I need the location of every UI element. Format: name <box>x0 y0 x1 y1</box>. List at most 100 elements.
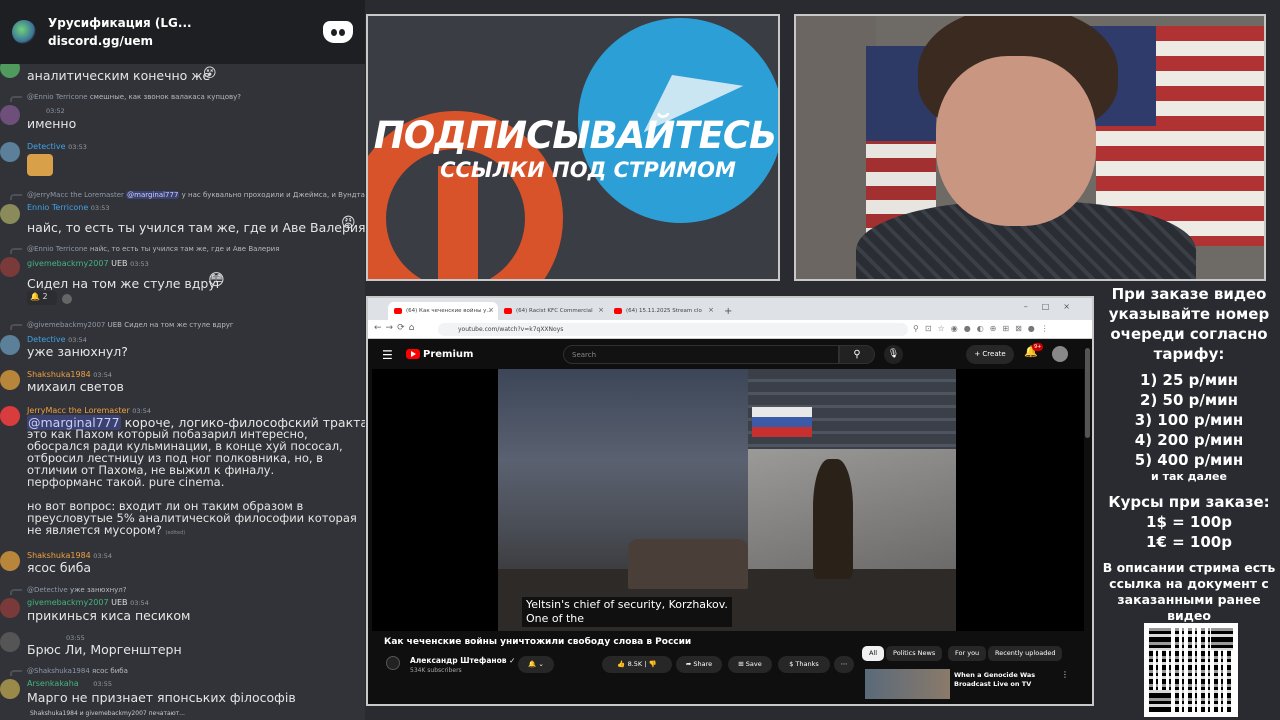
filter-chip[interactable]: All <box>862 646 885 661</box>
username: JerryMacc the Loremaster 03:54 <box>27 406 152 415</box>
search-icon[interactable]: ⚲ <box>839 345 875 364</box>
server-icon <box>12 20 36 44</box>
search-input[interactable]: Search <box>563 345 839 364</box>
close-icon: × <box>708 306 714 314</box>
avatar <box>0 679 20 699</box>
car-image <box>628 539 748 589</box>
tab-bar: (64) Как чеченские войны у... × (64) Raci… <box>368 298 1092 320</box>
more-options-icon[interactable]: ⋮ <box>1061 670 1069 679</box>
price-item: 3) 100 р/мин <box>1134 411 1244 429</box>
username: givemebackmy2007 UEB 03:53 <box>27 259 149 268</box>
scrollbar[interactable] <box>1085 348 1090 438</box>
url-field[interactable]: youtube.com/watch?v=k7qXXNoys <box>438 323 908 336</box>
message-text: прикинься киса песиком <box>27 608 191 623</box>
username: Arsenkakaha 03:55 <box>27 679 112 688</box>
server-name: Урусификация (LG... <box>48 16 192 30</box>
price-item: 2) 50 р/мин <box>1140 391 1238 409</box>
navigation-icons[interactable]: ←→⟳⌂ <box>374 323 418 333</box>
browser-tab[interactable]: (64) 15.11.2025 Stream clo × <box>608 302 718 320</box>
channel-avatar[interactable] <box>386 656 400 670</box>
create-button[interactable]: + Create <box>966 345 1014 364</box>
sticker-image <box>27 154 53 176</box>
avatar <box>0 335 20 355</box>
account-avatar[interactable] <box>1052 346 1068 362</box>
username: Ennio Terricone 03:53 <box>27 203 110 212</box>
rate-item: 1$ = 100р <box>1146 513 1232 531</box>
message-text: именно <box>27 116 77 131</box>
reaction[interactable]: 🔔 2 <box>27 291 57 305</box>
reply-preview: @Shakshuka1984 ясос биба <box>27 667 128 675</box>
message-text: аналитическим конечно же <box>27 68 211 83</box>
message-text: Сидел на том же стуле вдруг <box>27 276 223 291</box>
youtube-header: ☰ Premium Search ⚲ 🎙 + Create 🔔 9+ <box>368 339 1092 369</box>
share-button[interactable]: ➦ Share <box>676 656 722 673</box>
like-button[interactable]: 👍 8.5K | 👎 <box>602 656 672 673</box>
price-item: 5) 400 р/мин <box>1134 451 1244 469</box>
filter-chip[interactable]: For you <box>948 646 987 661</box>
recommended-title[interactable]: When a Genocide Was Broadcast Live on TV <box>954 671 1035 689</box>
save-button[interactable]: ⊞ Save <box>728 656 772 673</box>
avatar <box>0 142 20 162</box>
message-text: Брюс Ли, Моргенштерн <box>27 642 182 657</box>
banner-title: ПОДПИСЫВАЙТЕСЬ <box>373 114 777 157</box>
youtube-brand[interactable]: Premium <box>423 349 473 360</box>
video-player[interactable]: Yeltsin's chief of security, Korzhakov. O… <box>372 369 1084 631</box>
thanks-button[interactable]: $ Thanks <box>778 656 830 673</box>
reply-preview: @Detective уже занюхнул? <box>27 586 127 594</box>
extension-icons[interactable]: ⚲⊡☆◉●◐⊕⊞⊠●⋮ <box>913 324 1055 333</box>
message-text: Марго не признает японських філософів <box>27 690 296 705</box>
youtube-logo-icon[interactable] <box>406 349 420 359</box>
reply-preview: @givemebackmy2007 UEB Сидел на том же ст… <box>27 321 234 329</box>
close-icon: × <box>598 306 604 314</box>
price-item: 4) 200 р/мин <box>1134 431 1244 449</box>
add-reaction-icon[interactable] <box>62 294 72 304</box>
invite-link[interactable]: discord.gg/uem <box>48 34 323 48</box>
username: Shakshuka1984 03:54 <box>27 551 113 560</box>
discord-chat-panel: аналитическим конечно же 😵 @Ennio Terric… <box>0 0 365 720</box>
emoji-icon: 😡 <box>341 215 356 231</box>
message-text: ясос биба <box>27 560 92 575</box>
youtube-icon <box>614 308 622 314</box>
more-options-icon[interactable]: ⋯ <box>834 656 854 673</box>
price-item: 1) 25 р/мин <box>1140 371 1238 389</box>
qr-code <box>1144 623 1238 717</box>
message-text: найс, то есть ты учился там же, где и Ав… <box>27 220 365 235</box>
username: givemebackmy2007 UEB 03:54 <box>27 598 149 607</box>
menu-icon[interactable]: ☰ <box>382 348 393 362</box>
soldier-image <box>813 459 853 579</box>
russian-flag-image <box>752 407 812 437</box>
window-controls[interactable]: –□× <box>1024 302 1084 311</box>
username: Detective 03:53 <box>27 142 87 151</box>
typing-indicator: Shakshuka1984 и givemebackmy2007 печатаю… <box>30 710 185 717</box>
browser-tab[interactable]: (64) Racist KFC Commercial × <box>498 302 608 320</box>
avatar <box>0 406 20 426</box>
filter-chip[interactable]: Recently uploaded <box>988 646 1063 661</box>
youtube-icon <box>394 308 402 314</box>
filter-chip[interactable]: Politics News <box>886 646 943 661</box>
microphone-icon[interactable]: 🎙 <box>884 345 903 364</box>
info-etc: и так далее <box>1151 470 1227 483</box>
username: Shakshuka1984 03:54 <box>27 370 113 379</box>
webcam-feed <box>794 14 1266 281</box>
emoji-icon: 😳 <box>208 270 225 289</box>
subscribe-banner: ПОДПИСЫВАЙТЕСЬ ССЫЛКИ ПОД СТРИМОМ <box>366 14 780 281</box>
avatar <box>0 551 20 571</box>
discord-icon <box>323 21 353 43</box>
rate-item: 1€ = 100р <box>1146 533 1232 551</box>
avatar <box>0 598 20 618</box>
pricing-info: При заказе видео указывайте номер очеред… <box>1100 284 1278 624</box>
reply-preview: @Ennio Terricone смешные, как звонок вал… <box>27 93 241 101</box>
chat-header: Урусификация (LG... discord.gg/uem <box>0 0 365 64</box>
username: Detective 03:54 <box>27 335 87 344</box>
video-caption: Yeltsin's chief of security, Korzhakov. O… <box>522 597 732 627</box>
subscriber-count: 534K subscribers <box>410 667 462 674</box>
channel-name[interactable]: Александр Штефанов ✓ <box>410 656 515 665</box>
notification-bell-button[interactable]: 🔔 ⌄ <box>518 656 554 673</box>
avatar <box>0 632 20 652</box>
browser-tab[interactable]: (64) Как чеченские войны у... × <box>388 302 498 320</box>
info-heading: При заказе видео указывайте номер очеред… <box>1108 285 1270 363</box>
recommended-thumbnail[interactable] <box>865 669 950 699</box>
message-text: михаил светов <box>27 379 124 394</box>
avatar <box>0 257 20 277</box>
new-tab-icon[interactable]: + <box>718 306 738 320</box>
